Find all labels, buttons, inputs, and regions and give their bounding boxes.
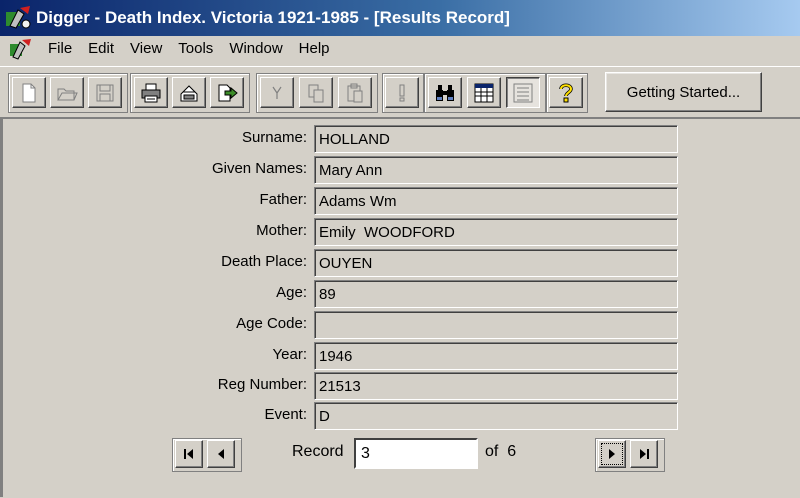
surname-value[interactable]: HOLLAND <box>314 125 678 153</box>
title-bar[interactable]: Digger - Death Index. Victoria 1921-1985… <box>0 0 800 36</box>
event-label: Event: <box>264 406 307 423</box>
window-title: Digger - Death Index. Victoria 1921-1985… <box>36 8 510 27</box>
document-menu-icon[interactable] <box>8 38 34 60</box>
total-records: 6 <box>507 443 517 460</box>
table-grid-icon <box>474 83 494 102</box>
filter-button[interactable] <box>260 77 294 108</box>
death-place-label: Death Place: <box>221 253 307 270</box>
copy-icon <box>308 84 324 102</box>
question-mark-icon <box>559 83 573 102</box>
field-year: Year: 1946 <box>0 341 680 370</box>
toolbar-group-file <box>8 73 128 113</box>
next-record-icon <box>609 449 615 459</box>
printer-icon <box>141 83 161 102</box>
find-button[interactable] <box>428 77 462 108</box>
field-death-place: Death Place: OUYEN <box>0 248 680 277</box>
father-label: Father: <box>259 191 307 208</box>
toolbar-group-help <box>546 73 588 113</box>
save-disk-icon <box>96 84 114 101</box>
save-button[interactable] <box>88 77 122 108</box>
surname-label: Surname: <box>241 129 307 146</box>
table-view-button[interactable] <box>467 77 501 108</box>
field-event: Event: D <box>0 401 680 430</box>
field-given-names: Given Names: Mary Ann <box>0 155 680 184</box>
field-reg-number: Reg Number: 21513 <box>0 371 680 400</box>
help-button[interactable] <box>549 77 583 108</box>
new-document-button[interactable] <box>12 77 46 108</box>
paste-button[interactable] <box>338 77 372 108</box>
menu-edit[interactable]: Edit <box>80 38 122 60</box>
paste-clipboard-icon <box>347 83 363 102</box>
export-arrow-icon <box>218 84 238 101</box>
year-label: Year: <box>272 346 307 363</box>
field-father: Father: Adams Wm <box>0 186 680 215</box>
father-value[interactable]: Adams Wm <box>314 187 678 215</box>
field-surname: Surname: HOLLAND <box>0 124 680 153</box>
menu-bar: File Edit View Tools Window Help <box>0 36 800 62</box>
toolbar-group-view <box>424 73 546 113</box>
previous-record-button[interactable] <box>207 440 235 468</box>
death-place-value[interactable]: OUYEN <box>314 249 678 277</box>
toolbar-group-alert <box>382 73 424 113</box>
age-label: Age: <box>276 284 307 301</box>
copy-button[interactable] <box>299 77 333 108</box>
given-names-value[interactable]: Mary Ann <box>314 156 678 184</box>
age-code-value[interactable] <box>314 311 678 339</box>
first-record-icon <box>184 449 193 459</box>
given-names-label: Given Names: <box>211 160 307 177</box>
binoculars-icon <box>436 84 454 101</box>
record-view-button[interactable] <box>506 77 540 108</box>
reg-number-label: Reg Number: <box>217 376 307 393</box>
field-age-code: Age Code: <box>0 310 680 339</box>
last-record-icon <box>640 449 649 459</box>
last-record-button[interactable] <box>630 440 658 468</box>
record-label: Record <box>292 443 344 460</box>
mother-value[interactable]: Emily WOODFORD <box>314 218 678 246</box>
menu-view[interactable]: View <box>122 38 170 60</box>
print-setup-button[interactable] <box>172 77 206 108</box>
alert-button[interactable] <box>385 77 419 108</box>
new-document-icon <box>22 83 36 102</box>
next-record-button[interactable] <box>598 440 626 468</box>
age-value[interactable]: 89 <box>314 280 678 308</box>
record-total: of 6 <box>485 443 516 461</box>
open-folder-button[interactable] <box>50 77 84 108</box>
menu-tools[interactable]: Tools <box>170 38 221 60</box>
record-number-input[interactable]: 3 <box>354 438 478 469</box>
filter-icon <box>272 86 282 99</box>
menu-file[interactable]: File <box>40 38 80 60</box>
event-value[interactable]: D <box>314 402 678 430</box>
export-button[interactable] <box>210 77 244 108</box>
toolbar-group-print <box>130 73 250 113</box>
exclamation-icon <box>399 84 405 101</box>
of-label: of <box>485 443 499 460</box>
field-age: Age: 89 <box>0 279 680 308</box>
print-setup-icon <box>180 84 198 101</box>
reg-number-value[interactable]: 21513 <box>314 372 678 400</box>
open-folder-icon <box>57 88 78 100</box>
mother-label: Mother: <box>256 222 307 239</box>
record-list-icon <box>513 83 533 102</box>
print-button[interactable] <box>134 77 168 108</box>
first-record-button[interactable] <box>175 440 203 468</box>
digger-app-icon <box>6 6 31 29</box>
age-code-label: Age Code: <box>236 315 307 332</box>
menu-window[interactable]: Window <box>221 38 290 60</box>
field-mother: Mother: Emily WOODFORD <box>0 217 680 246</box>
year-value[interactable]: 1946 <box>314 342 678 370</box>
toolbar-group-edit <box>256 73 378 113</box>
previous-record-icon <box>218 449 224 459</box>
menu-help[interactable]: Help <box>291 38 338 60</box>
getting-started-button[interactable]: Getting Started... <box>605 72 762 112</box>
